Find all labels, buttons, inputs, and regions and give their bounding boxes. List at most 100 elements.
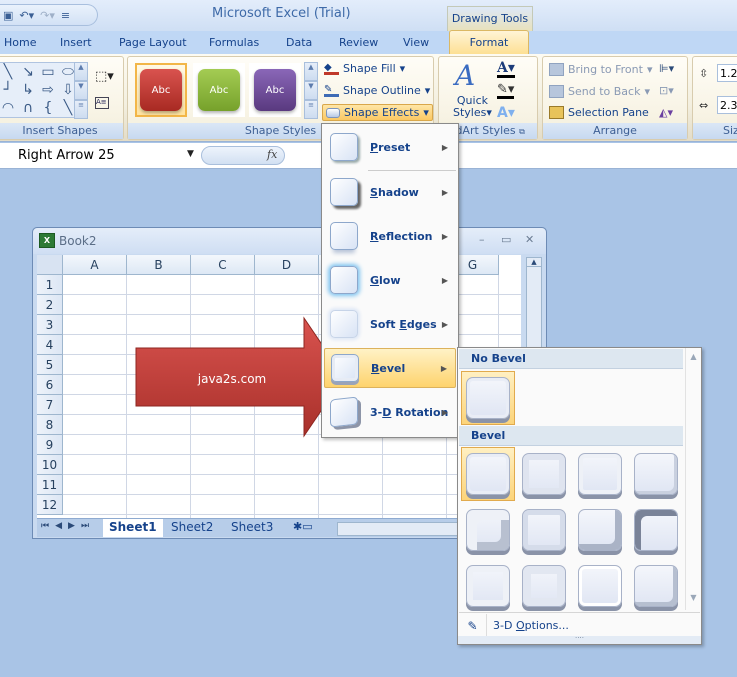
bevel-preview-icon	[466, 565, 510, 607]
tab-home[interactable]: Home	[4, 36, 36, 49]
soft-edges-icon	[330, 310, 358, 338]
shapes-gallery[interactable]: ╲ ↘ ▭ ⬭ ┘ ↳ ⇨ ⇩ ◠ ∩{╲	[0, 62, 83, 118]
row-header[interactable]: 5	[37, 355, 63, 375]
text-box-icon[interactable]: A≡	[95, 97, 109, 109]
close-icon[interactable]: ✕	[525, 233, 534, 246]
column-header[interactable]: B	[127, 255, 191, 275]
redo-icon[interactable]: ↷▾	[40, 9, 55, 22]
save-icon[interactable]: ▣	[3, 9, 13, 22]
more-icon[interactable]: ≡	[74, 100, 88, 119]
bevel-option[interactable]	[461, 503, 515, 557]
tab-review[interactable]: Review	[339, 36, 378, 49]
styles-scroll-up-icon[interactable]: ▲	[304, 62, 318, 81]
row-header[interactable]: 1	[37, 275, 63, 295]
resize-grip[interactable]: ····	[458, 635, 701, 644]
shape-outline-button[interactable]: ✎ Shape Outline ▾	[324, 84, 430, 97]
grid-line	[63, 454, 521, 455]
rotate-icon[interactable]: ◭▾	[659, 106, 673, 119]
excel-icon: X	[39, 233, 55, 248]
bevel-option[interactable]	[629, 559, 683, 613]
shape-style-3[interactable]: Abc	[249, 63, 301, 117]
shape-effects-button[interactable]: Shape Effects ▾	[322, 104, 433, 121]
menu-item-glow[interactable]: Glow ▶	[324, 260, 456, 300]
right-arrow-shape[interactable]: java2s.com	[134, 316, 346, 438]
text-fill-icon[interactable]: A▾	[497, 61, 515, 78]
row-header[interactable]: 10	[37, 455, 63, 475]
bevel-option[interactable]	[461, 559, 515, 613]
scroll-down-icon[interactable]: ▼	[74, 81, 88, 100]
tab-insert[interactable]: Insert	[60, 36, 92, 49]
edit-shape-icon[interactable]: ⬚▾	[95, 69, 114, 84]
menu-item-bevel[interactable]: Bevel ▶	[324, 348, 456, 388]
row-header[interactable]: 11	[37, 475, 63, 495]
text-outline-icon[interactable]: ✎▾	[497, 83, 515, 99]
row-header[interactable]: 8	[37, 415, 63, 435]
bevel-option[interactable]	[573, 559, 627, 613]
name-box[interactable]: Right Arrow 25	[18, 148, 115, 163]
styles-more-icon[interactable]: ≡	[304, 100, 318, 119]
bevel-option[interactable]	[517, 503, 571, 557]
menu-item-soft-edges[interactable]: Soft Edges ▶	[324, 304, 456, 344]
column-header[interactable]: A	[63, 255, 127, 275]
bevel-option[interactable]	[573, 503, 627, 557]
shape-style-2[interactable]: Abc	[193, 63, 245, 117]
menu-item-preset[interactable]: Preset ▶	[324, 127, 456, 167]
row-header[interactable]: 9	[37, 435, 63, 455]
insert-sheet-icon[interactable]: ✱▭	[287, 519, 319, 537]
bevel-option[interactable]	[461, 447, 515, 501]
bevel-option[interactable]	[629, 447, 683, 501]
selection-pane-button[interactable]: Selection Pane	[549, 106, 649, 119]
quick-styles-icon[interactable]: A	[455, 59, 475, 92]
name-box-dropdown-icon[interactable]: ▼	[187, 149, 194, 159]
sheet-tab-2[interactable]: Sheet2	[165, 519, 219, 537]
row-header[interactable]: 2	[37, 295, 63, 315]
group-icon[interactable]: ⊡▾	[659, 84, 674, 97]
row-header[interactable]: 4	[37, 335, 63, 355]
send-to-back-button[interactable]: Send to Back ▾	[549, 85, 650, 98]
column-header[interactable]: D	[255, 255, 319, 275]
no-bevel-option[interactable]	[461, 371, 515, 425]
undo-icon[interactable]: ↶▾	[19, 9, 34, 22]
tab-data[interactable]: Data	[286, 36, 312, 49]
bevel-option[interactable]	[517, 447, 571, 501]
scroll-up-arrow-icon[interactable]: ▲	[527, 258, 541, 267]
scroll-up-icon[interactable]: ▲	[74, 62, 88, 81]
bevel-option[interactable]	[629, 503, 683, 557]
align-icon[interactable]: ⊫▾	[659, 62, 674, 75]
row-header[interactable]: 6	[37, 375, 63, 395]
dialog-launcher-icon[interactable]: ⧉	[519, 127, 525, 136]
bevel-preview-icon	[578, 565, 622, 607]
menu-item-reflection[interactable]: Reflection ▶	[324, 216, 456, 256]
customize-icon[interactable]: ≡	[61, 9, 70, 22]
bevel-option[interactable]	[573, 447, 627, 501]
tab-view[interactable]: View	[403, 36, 429, 49]
select-all-button[interactable]	[37, 255, 63, 275]
row-header[interactable]: 3	[37, 315, 63, 335]
group-label: Insert Shapes	[0, 123, 123, 139]
restore-icon[interactable]: ▭	[501, 233, 511, 246]
row-header[interactable]: 7	[37, 395, 63, 415]
minimize-icon[interactable]: –	[479, 233, 485, 246]
bring-to-front-button[interactable]: Bring to Front ▾	[549, 63, 652, 76]
tab-formulas[interactable]: Formulas	[209, 36, 259, 49]
shape-width-input[interactable]: 2.37	[717, 96, 737, 114]
sheet-tab-3[interactable]: Sheet3	[225, 519, 279, 537]
row-header[interactable]: 12	[37, 495, 63, 515]
shape-style-1[interactable]: Abc	[135, 63, 187, 117]
menu-item-shadow[interactable]: Shadow ▶	[324, 172, 456, 212]
shape-fill-button[interactable]: ◆ Shape Fill ▾	[324, 62, 405, 75]
bevel-option[interactable]	[517, 559, 571, 613]
sheet-nav-icons[interactable]: ⏮◀▶⏭	[41, 521, 95, 531]
text-effects-icon[interactable]: A▾	[497, 105, 515, 121]
3d-rotation-icon	[330, 396, 358, 428]
tab-format[interactable]: Format	[449, 30, 529, 55]
quick-styles-button[interactable]: Quick Styles▾	[453, 95, 492, 119]
column-header[interactable]: C	[191, 255, 255, 275]
styles-scroll-down-icon[interactable]: ▼	[304, 81, 318, 100]
gallery-scrollbar[interactable]: ▲ ▼	[685, 348, 701, 610]
menu-item-3d-rotation[interactable]: 3-D Rotation ▶	[324, 392, 456, 432]
insert-function-button[interactable]: fx	[267, 148, 277, 161]
shape-height-input[interactable]: 1.25	[717, 64, 737, 82]
tab-page-layout[interactable]: Page Layout	[119, 36, 187, 49]
sheet-tab-1[interactable]: Sheet1	[103, 519, 163, 537]
